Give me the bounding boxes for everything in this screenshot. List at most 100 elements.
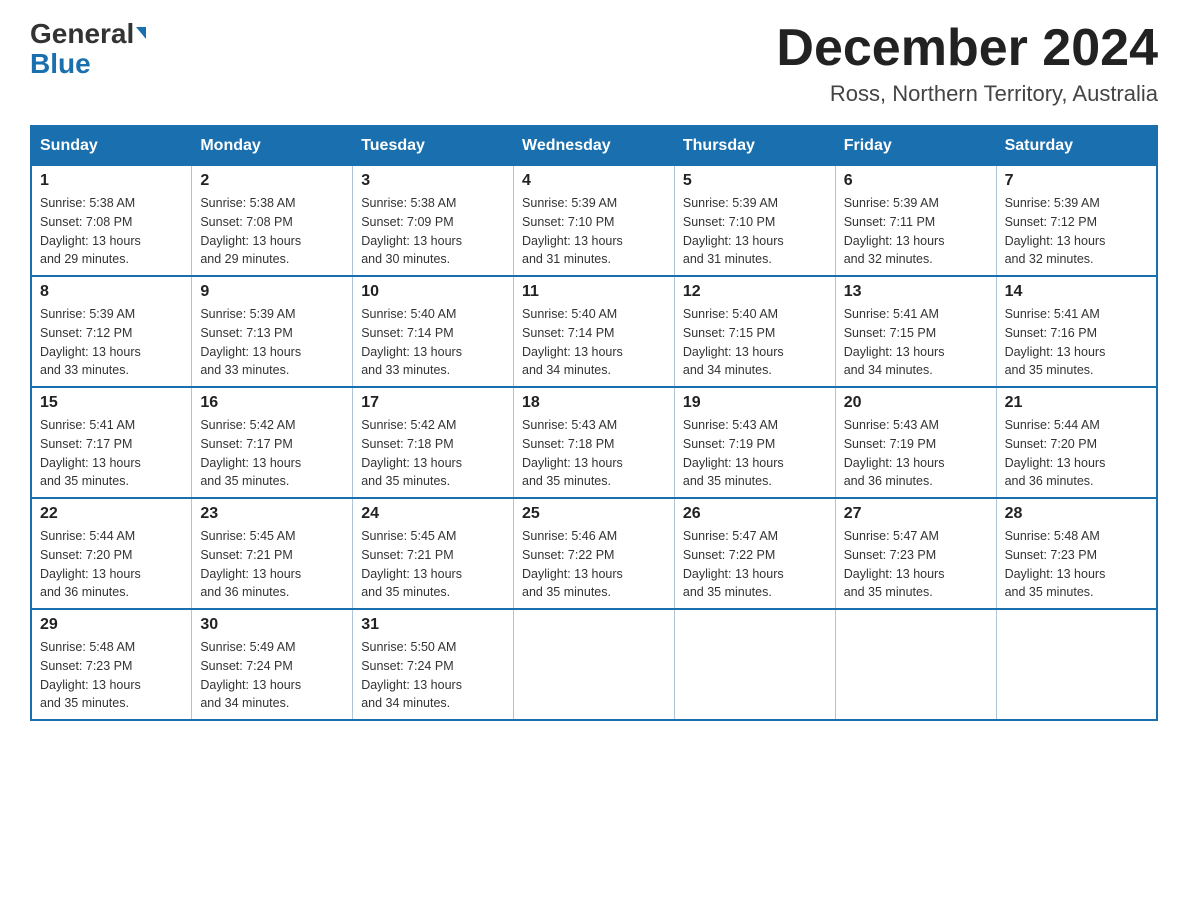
logo-triangle-icon (136, 27, 146, 39)
logo: General Blue (30, 20, 146, 78)
calendar-cell: 6 Sunrise: 5:39 AM Sunset: 7:11 PM Dayli… (835, 166, 996, 277)
calendar-header-sunday: Sunday (31, 126, 192, 166)
day-info: Sunrise: 5:42 AM Sunset: 7:17 PM Dayligh… (200, 416, 344, 491)
calendar-cell (835, 609, 996, 720)
calendar-week-row: 29 Sunrise: 5:48 AM Sunset: 7:23 PM Dayl… (31, 609, 1157, 720)
day-number: 12 (683, 283, 827, 301)
calendar-week-row: 15 Sunrise: 5:41 AM Sunset: 7:17 PM Dayl… (31, 387, 1157, 498)
day-info: Sunrise: 5:40 AM Sunset: 7:14 PM Dayligh… (522, 305, 666, 380)
title-area: December 2024 Ross, Northern Territory, … (776, 20, 1158, 107)
day-number: 9 (200, 283, 344, 301)
day-info: Sunrise: 5:48 AM Sunset: 7:23 PM Dayligh… (40, 638, 183, 713)
day-number: 3 (361, 172, 505, 190)
calendar-cell: 7 Sunrise: 5:39 AM Sunset: 7:12 PM Dayli… (996, 166, 1157, 277)
day-number: 11 (522, 283, 666, 301)
day-number: 16 (200, 394, 344, 412)
day-info: Sunrise: 5:39 AM Sunset: 7:13 PM Dayligh… (200, 305, 344, 380)
calendar-week-row: 22 Sunrise: 5:44 AM Sunset: 7:20 PM Dayl… (31, 498, 1157, 609)
calendar-cell: 27 Sunrise: 5:47 AM Sunset: 7:23 PM Dayl… (835, 498, 996, 609)
calendar-cell: 16 Sunrise: 5:42 AM Sunset: 7:17 PM Dayl… (192, 387, 353, 498)
header: General Blue December 2024 Ross, Norther… (30, 20, 1158, 107)
calendar-header-tuesday: Tuesday (353, 126, 514, 166)
day-number: 4 (522, 172, 666, 190)
day-number: 22 (40, 505, 183, 523)
calendar-week-row: 1 Sunrise: 5:38 AM Sunset: 7:08 PM Dayli… (31, 166, 1157, 277)
day-number: 6 (844, 172, 988, 190)
calendar-cell: 10 Sunrise: 5:40 AM Sunset: 7:14 PM Dayl… (353, 276, 514, 387)
day-number: 15 (40, 394, 183, 412)
calendar-table: SundayMondayTuesdayWednesdayThursdayFrid… (30, 125, 1158, 721)
calendar-cell: 26 Sunrise: 5:47 AM Sunset: 7:22 PM Dayl… (674, 498, 835, 609)
day-number: 21 (1005, 394, 1148, 412)
calendar-cell: 31 Sunrise: 5:50 AM Sunset: 7:24 PM Dayl… (353, 609, 514, 720)
day-number: 30 (200, 616, 344, 634)
day-info: Sunrise: 5:39 AM Sunset: 7:10 PM Dayligh… (683, 194, 827, 269)
calendar-header-saturday: Saturday (996, 126, 1157, 166)
day-info: Sunrise: 5:39 AM Sunset: 7:12 PM Dayligh… (40, 305, 183, 380)
logo-general: General (30, 20, 146, 48)
calendar-cell: 20 Sunrise: 5:43 AM Sunset: 7:19 PM Dayl… (835, 387, 996, 498)
calendar-cell: 13 Sunrise: 5:41 AM Sunset: 7:15 PM Dayl… (835, 276, 996, 387)
calendar-cell: 4 Sunrise: 5:39 AM Sunset: 7:10 PM Dayli… (514, 166, 675, 277)
day-info: Sunrise: 5:38 AM Sunset: 7:08 PM Dayligh… (40, 194, 183, 269)
day-number: 1 (40, 172, 183, 190)
calendar-cell (996, 609, 1157, 720)
day-info: Sunrise: 5:50 AM Sunset: 7:24 PM Dayligh… (361, 638, 505, 713)
day-number: 19 (683, 394, 827, 412)
day-info: Sunrise: 5:43 AM Sunset: 7:19 PM Dayligh… (683, 416, 827, 491)
calendar-cell: 23 Sunrise: 5:45 AM Sunset: 7:21 PM Dayl… (192, 498, 353, 609)
calendar-header-wednesday: Wednesday (514, 126, 675, 166)
day-info: Sunrise: 5:43 AM Sunset: 7:19 PM Dayligh… (844, 416, 988, 491)
day-info: Sunrise: 5:40 AM Sunset: 7:15 PM Dayligh… (683, 305, 827, 380)
calendar-cell: 21 Sunrise: 5:44 AM Sunset: 7:20 PM Dayl… (996, 387, 1157, 498)
day-number: 27 (844, 505, 988, 523)
day-info: Sunrise: 5:40 AM Sunset: 7:14 PM Dayligh… (361, 305, 505, 380)
day-info: Sunrise: 5:44 AM Sunset: 7:20 PM Dayligh… (40, 527, 183, 602)
location-title: Ross, Northern Territory, Australia (776, 81, 1158, 107)
day-info: Sunrise: 5:38 AM Sunset: 7:09 PM Dayligh… (361, 194, 505, 269)
day-number: 2 (200, 172, 344, 190)
day-info: Sunrise: 5:41 AM Sunset: 7:15 PM Dayligh… (844, 305, 988, 380)
day-info: Sunrise: 5:42 AM Sunset: 7:18 PM Dayligh… (361, 416, 505, 491)
day-info: Sunrise: 5:45 AM Sunset: 7:21 PM Dayligh… (200, 527, 344, 602)
day-info: Sunrise: 5:45 AM Sunset: 7:21 PM Dayligh… (361, 527, 505, 602)
day-number: 23 (200, 505, 344, 523)
day-number: 8 (40, 283, 183, 301)
calendar-cell: 30 Sunrise: 5:49 AM Sunset: 7:24 PM Dayl… (192, 609, 353, 720)
month-title: December 2024 (776, 20, 1158, 77)
day-info: Sunrise: 5:47 AM Sunset: 7:23 PM Dayligh… (844, 527, 988, 602)
logo-blue: Blue (30, 50, 91, 78)
day-number: 14 (1005, 283, 1148, 301)
calendar-header-friday: Friday (835, 126, 996, 166)
calendar-header-thursday: Thursday (674, 126, 835, 166)
calendar-cell: 28 Sunrise: 5:48 AM Sunset: 7:23 PM Dayl… (996, 498, 1157, 609)
day-info: Sunrise: 5:46 AM Sunset: 7:22 PM Dayligh… (522, 527, 666, 602)
day-info: Sunrise: 5:47 AM Sunset: 7:22 PM Dayligh… (683, 527, 827, 602)
calendar-cell (674, 609, 835, 720)
day-number: 20 (844, 394, 988, 412)
day-number: 24 (361, 505, 505, 523)
day-number: 17 (361, 394, 505, 412)
calendar-cell: 14 Sunrise: 5:41 AM Sunset: 7:16 PM Dayl… (996, 276, 1157, 387)
day-info: Sunrise: 5:39 AM Sunset: 7:11 PM Dayligh… (844, 194, 988, 269)
day-info: Sunrise: 5:41 AM Sunset: 7:17 PM Dayligh… (40, 416, 183, 491)
day-info: Sunrise: 5:43 AM Sunset: 7:18 PM Dayligh… (522, 416, 666, 491)
calendar-cell: 11 Sunrise: 5:40 AM Sunset: 7:14 PM Dayl… (514, 276, 675, 387)
day-number: 7 (1005, 172, 1148, 190)
calendar-week-row: 8 Sunrise: 5:39 AM Sunset: 7:12 PM Dayli… (31, 276, 1157, 387)
day-info: Sunrise: 5:39 AM Sunset: 7:12 PM Dayligh… (1005, 194, 1148, 269)
day-info: Sunrise: 5:49 AM Sunset: 7:24 PM Dayligh… (200, 638, 344, 713)
calendar-cell: 17 Sunrise: 5:42 AM Sunset: 7:18 PM Dayl… (353, 387, 514, 498)
calendar-cell: 24 Sunrise: 5:45 AM Sunset: 7:21 PM Dayl… (353, 498, 514, 609)
calendar-cell: 3 Sunrise: 5:38 AM Sunset: 7:09 PM Dayli… (353, 166, 514, 277)
day-number: 18 (522, 394, 666, 412)
calendar-cell: 15 Sunrise: 5:41 AM Sunset: 7:17 PM Dayl… (31, 387, 192, 498)
calendar-cell: 5 Sunrise: 5:39 AM Sunset: 7:10 PM Dayli… (674, 166, 835, 277)
calendar-cell (514, 609, 675, 720)
calendar-cell: 19 Sunrise: 5:43 AM Sunset: 7:19 PM Dayl… (674, 387, 835, 498)
day-number: 13 (844, 283, 988, 301)
day-number: 26 (683, 505, 827, 523)
day-info: Sunrise: 5:38 AM Sunset: 7:08 PM Dayligh… (200, 194, 344, 269)
calendar-cell: 8 Sunrise: 5:39 AM Sunset: 7:12 PM Dayli… (31, 276, 192, 387)
day-number: 10 (361, 283, 505, 301)
